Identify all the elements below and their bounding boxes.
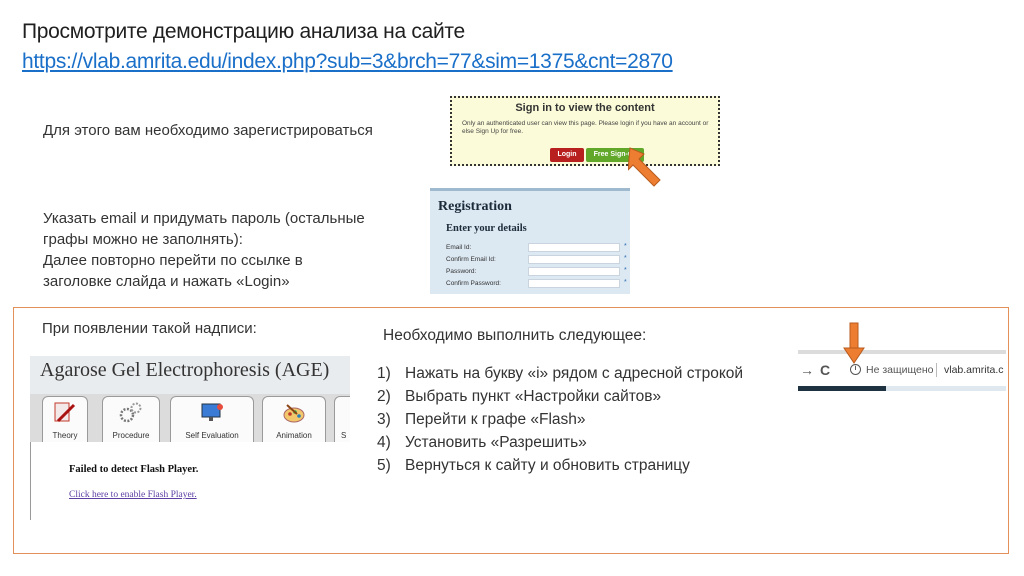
confirm-email-label: Confirm Email Id: <box>446 256 496 263</box>
registration-instructions: Указать email и придумать пароль (осталь… <box>43 208 423 292</box>
tab-animation[interactable]: Animation <box>262 396 326 442</box>
password-field[interactable] <box>528 267 620 276</box>
list-item: 4) Установить «Разрешить» <box>377 431 743 454</box>
email-field[interactable] <box>528 243 620 252</box>
age-screenshot: Agarose Gel Electrophoresis (AGE) Theory… <box>30 356 350 520</box>
tab-self-evaluation[interactable]: Self Evaluation <box>170 396 254 442</box>
flash-fail-message: Failed to detect Flash Player. <box>69 464 199 475</box>
page-strip <box>798 386 886 391</box>
password-label: Password: <box>446 268 477 275</box>
browser-address-bar: → C i Не защищено vlab.amrita.c <box>798 350 1006 391</box>
tab-label: Animation <box>276 431 312 440</box>
step-number: 3) <box>377 411 391 428</box>
need-heading: Необходимо выполнить следующее: <box>383 327 647 344</box>
instruction-line: Указать email и придумать пароль (осталь… <box>43 210 365 227</box>
instruction-line: Далее повторно перейти по ссылке в <box>43 252 303 269</box>
tab-theory[interactable]: Theory <box>42 396 88 442</box>
gears-icon <box>119 402 142 423</box>
confirm-password-row: Confirm Password: * <box>446 279 627 289</box>
password-row: Password: * <box>446 267 627 277</box>
step-text: Нажать на букву «i» рядом с адресной стр… <box>405 365 744 382</box>
reload-icon[interactable]: C <box>820 362 830 378</box>
required-mark: * <box>624 267 627 274</box>
confirm-email-field[interactable] <box>528 255 620 264</box>
tab-more[interactable]: S <box>334 396 350 442</box>
required-mark: * <box>624 255 627 262</box>
step-text: Выбрать пункт «Настройки сайтов» <box>405 388 662 405</box>
step-number: 2) <box>377 388 391 405</box>
tab-label: Self Evaluation <box>185 431 239 440</box>
registration-subtitle: Enter your details <box>446 223 527 234</box>
tab-label: Procedure <box>112 431 150 440</box>
tab-label: S <box>341 431 347 440</box>
tab-label: Theory <box>52 431 78 440</box>
url-text[interactable]: vlab.amrita.c <box>944 364 1004 376</box>
palette-icon <box>283 404 305 423</box>
steps-list: 1) Нажать на букву «i» рядом с адресной с… <box>377 362 743 477</box>
slide-title: Просмотрите демонстрацию анализа на сайт… <box>22 20 465 43</box>
age-content: Failed to detect Flash Player. Click her… <box>30 442 350 520</box>
signin-text: Only an authenticated user can view this… <box>462 120 709 135</box>
registration-form: Registration Enter your details Email Id… <box>430 188 630 294</box>
forward-icon[interactable]: → <box>800 362 814 378</box>
instruction-line: заголовке слайда и нажать «Login» <box>43 273 290 290</box>
age-header: Agarose Gel Electrophoresis (AGE) <box>30 356 350 394</box>
list-item: 2) Выбрать пункт «Настройки сайтов» <box>377 385 743 408</box>
info-icon[interactable]: i <box>850 364 861 375</box>
confirm-password-field[interactable] <box>528 279 620 288</box>
page-strip <box>886 386 1006 391</box>
step-number: 5) <box>377 457 391 474</box>
tab-procedure[interactable]: Procedure <box>102 396 160 442</box>
registration-title: Registration <box>438 199 512 214</box>
divider <box>936 363 937 377</box>
signin-title: Sign in to view the content <box>515 102 655 114</box>
confirm-password-label: Confirm Password: <box>446 280 501 287</box>
enable-flash-link[interactable]: Click here to enable Flash Player. <box>69 490 197 500</box>
not-secure-label[interactable]: Не защищено <box>866 364 934 376</box>
instruction-line: графы можно не заполнять): <box>43 231 243 248</box>
age-title: Agarose Gel Electrophoresis (AGE) <box>40 359 330 381</box>
step-number: 1) <box>377 365 391 382</box>
step-text: Перейти к графе «Flash» <box>405 411 586 428</box>
step-text: Вернуться к сайту и обновить страницу <box>405 457 690 474</box>
required-mark: * <box>624 279 627 286</box>
step-text: Установить «Разрешить» <box>405 434 587 451</box>
wrench-icon <box>54 402 76 423</box>
list-item: 1) Нажать на букву «i» рядом с адресной с… <box>377 362 743 385</box>
monitor-icon <box>201 403 223 421</box>
confirm-email-row: Confirm Email Id: * <box>446 255 627 265</box>
login-button[interactable]: Login <box>550 148 584 162</box>
email-label: Email Id: <box>446 244 472 251</box>
down-arrow-icon <box>843 322 865 364</box>
step-number: 4) <box>377 434 391 451</box>
signin-box: Sign in to view the content Only an auth… <box>450 96 720 166</box>
list-item: 3) Перейти к графе «Flash» <box>377 408 743 431</box>
list-item: 5) Вернуться к сайту и обновить страницу <box>377 454 743 477</box>
flash-message-label: При появлении такой надписи: <box>42 320 257 337</box>
register-note: Для этого вам необходимо зарегистрироват… <box>43 122 373 139</box>
required-mark: * <box>624 243 627 250</box>
slide-link[interactable]: https://vlab.amrita.edu/index.php?sub=3&… <box>22 50 673 74</box>
email-row: Email Id: * <box>446 243 627 253</box>
pointer-arrow-icon <box>628 147 661 187</box>
